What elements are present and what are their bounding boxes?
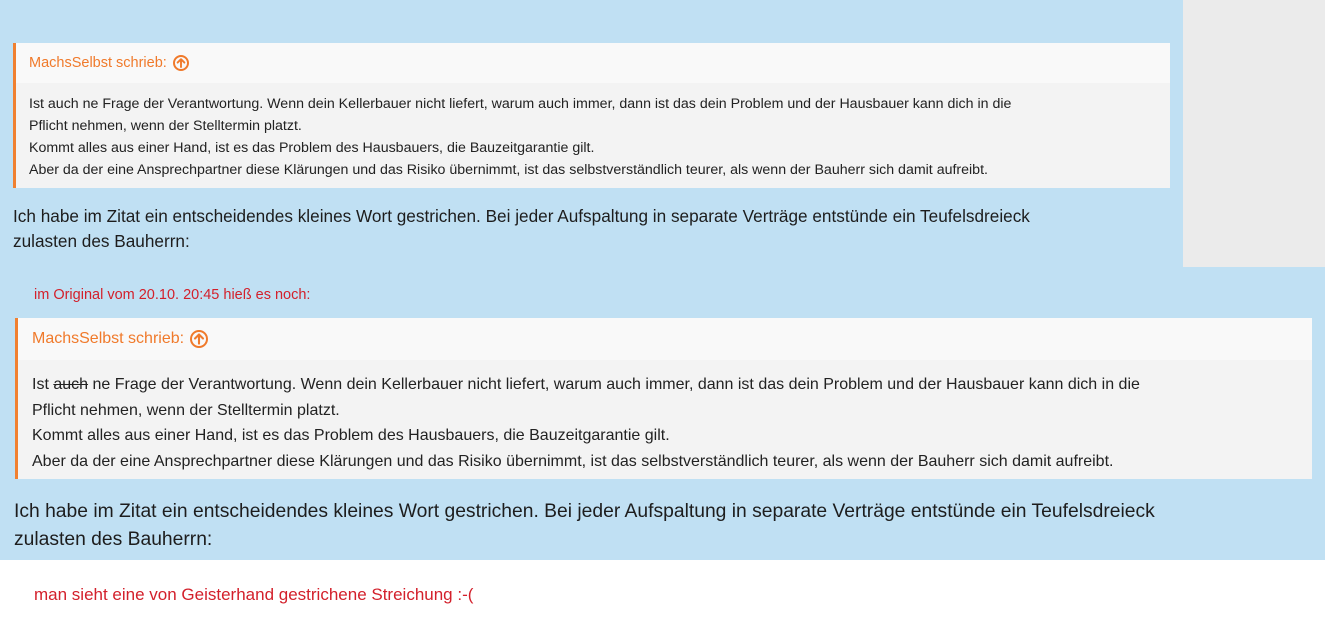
quote-block-original: MachsSelbst schrieb: Ist auch ne Frage d… <box>15 318 1312 479</box>
reply-line: Ich habe im Zitat ein entscheidendes kle… <box>14 501 1155 522</box>
quote-line: Kommt alles aus einer Hand, ist es das P… <box>29 140 595 156</box>
quote-header: MachsSelbst schrieb: <box>18 318 1312 360</box>
reply-line: Ich habe im Zitat ein entscheidendes kle… <box>13 206 1030 226</box>
arrow-up-circle-icon[interactable] <box>190 330 209 348</box>
quote-block-edited: MachsSelbst schrieb: Ist auch ne Frage d… <box>13 43 1170 188</box>
reply-line: zulasten des Bauherrn: <box>14 529 213 550</box>
annotation-original: im Original vom 20.10. 20:45 hieß es noc… <box>34 287 311 303</box>
quote-line: Ist auch ne Frage der Verantwortung. Wen… <box>29 96 1012 112</box>
quote-line: Ist auch ne Frage der Verantwortung. Wen… <box>32 372 1312 398</box>
reply-text: Ich habe im Zitat ein entscheidendes kle… <box>13 204 1030 254</box>
struck-word: auch <box>53 376 89 393</box>
quote-body: Ist auch ne Frage der Verantwortung. Wen… <box>16 83 1170 181</box>
quote-line: Aber da der eine Ansprechpartner diese K… <box>32 452 1114 470</box>
quote-line: Aber da der eine Ansprechpartner diese K… <box>29 162 988 178</box>
quote-line: Pflicht nehmen, wenn der Stelltermin pla… <box>29 118 302 134</box>
quote-text: Ist <box>32 376 54 393</box>
quote-line: Pflicht nehmen, wenn der Stelltermin pla… <box>32 401 340 419</box>
quote-author-link[interactable]: MachsSelbst schrieb: <box>32 330 184 348</box>
quote-author-link[interactable]: MachsSelbst schrieb: <box>29 55 167 71</box>
arrow-up-circle-icon[interactable] <box>172 55 189 71</box>
annotation-bottom: man sieht eine von Geisterhand gestriche… <box>34 585 474 604</box>
quote-text: ne Frage der Verantwortung. Wenn dein Ke… <box>88 376 1140 393</box>
quote-body: Ist auch ne Frage der Verantwortung. Wen… <box>18 360 1312 474</box>
quote-header: MachsSelbst schrieb: <box>16 43 1170 83</box>
reply-line: zulasten des Bauherrn: <box>13 231 190 251</box>
quote-line: Kommt alles aus einer Hand, ist es das P… <box>32 427 670 445</box>
reply-text: Ich habe im Zitat ein entscheidendes kle… <box>14 498 1155 554</box>
side-panel <box>1183 0 1325 267</box>
